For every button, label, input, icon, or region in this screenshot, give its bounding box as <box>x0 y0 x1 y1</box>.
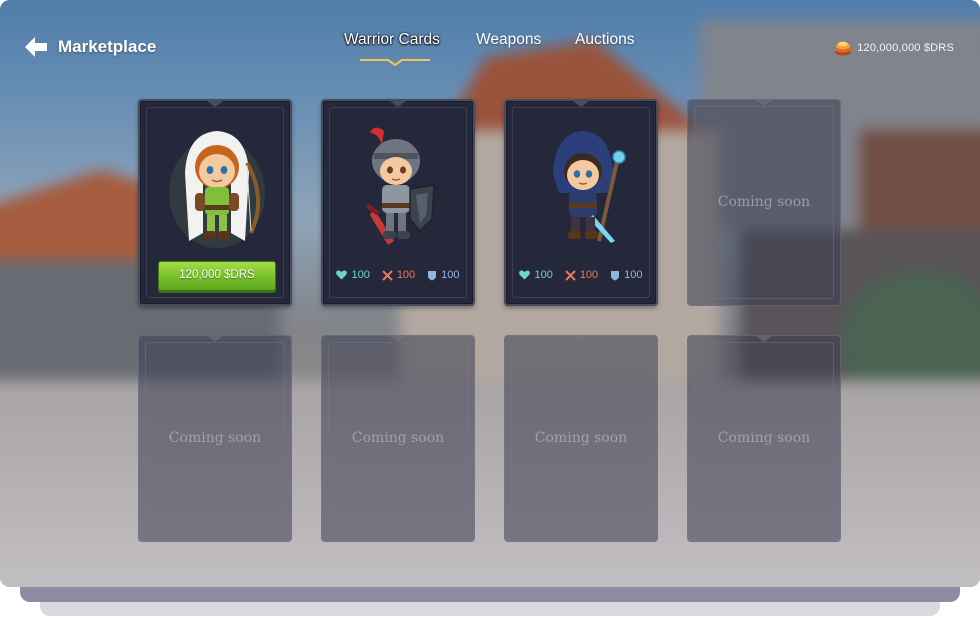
heart-icon <box>336 270 348 280</box>
heart-icon <box>519 270 531 280</box>
archer-portrait <box>169 131 265 248</box>
empty-card-slot: Coming soon <box>687 99 841 306</box>
coming-soon-label: Coming soon <box>534 430 628 446</box>
marketplace-window: Marketplace Warrior Cards Weapons Auctio… <box>0 0 980 587</box>
knight-portrait <box>365 127 435 245</box>
card-notch <box>207 336 223 342</box>
page-title: Marketplace <box>58 37 157 56</box>
crossed-swords-icon <box>382 269 393 281</box>
crossed-swords-icon <box>565 269 576 281</box>
coming-soon-label: Coming soon <box>351 430 445 446</box>
shield-icon <box>428 270 437 280</box>
tab-weapons[interactable]: Weapons <box>476 31 541 49</box>
attack-stat: 100 <box>382 269 415 281</box>
card-notch <box>207 101 223 107</box>
card-notch <box>573 336 589 342</box>
health-stat: 100 <box>519 269 553 281</box>
mage-stats: 100 100 100 <box>506 269 656 281</box>
warrior-card-mage[interactable]: 100 100 100 <box>504 99 658 306</box>
coming-soon-label: Coming soon <box>717 430 811 446</box>
tab-auctions[interactable]: Auctions <box>575 31 634 49</box>
active-tab-indicator <box>360 59 430 66</box>
coming-soon-label: Coming soon <box>717 194 811 210</box>
buy-button[interactable]: 120,000 $DRS <box>158 261 276 291</box>
warrior-card-knight[interactable]: 100 100 100 <box>321 99 475 306</box>
warrior-card-archer[interactable]: 120,000 $DRS <box>138 99 292 306</box>
arrow-left-icon <box>25 37 47 57</box>
empty-card-slot: Coming soon <box>504 335 658 542</box>
tab-warrior-cards[interactable]: Warrior Cards <box>344 31 440 49</box>
attack-stat: 100 <box>565 269 598 281</box>
empty-card-slot: Coming soon <box>138 335 292 542</box>
empty-card-slot: Coming soon <box>687 335 841 542</box>
card-notch <box>756 336 772 342</box>
card-notch <box>756 100 772 106</box>
empty-card-slot: Coming soon <box>321 335 475 542</box>
defense-stat: 100 <box>427 269 460 281</box>
defense-stat: 100 <box>610 269 643 281</box>
shield-icon <box>611 270 620 280</box>
category-tabs: Warrior Cards Weapons Auctions <box>330 31 660 71</box>
balance-display: 120,000,000 $DRS <box>834 39 954 57</box>
balance-amount: 120,000,000 $DRS <box>857 42 954 54</box>
coin-stack-icon <box>835 41 852 56</box>
card-notch <box>390 101 406 107</box>
coming-soon-label: Coming soon <box>168 430 262 446</box>
card-notch <box>573 101 589 107</box>
mage-portrait <box>553 131 626 243</box>
health-stat: 100 <box>336 269 370 281</box>
card-notch <box>390 336 406 342</box>
knight-stats: 100 100 100 <box>323 269 473 281</box>
back-button[interactable]: Marketplace <box>24 36 156 58</box>
